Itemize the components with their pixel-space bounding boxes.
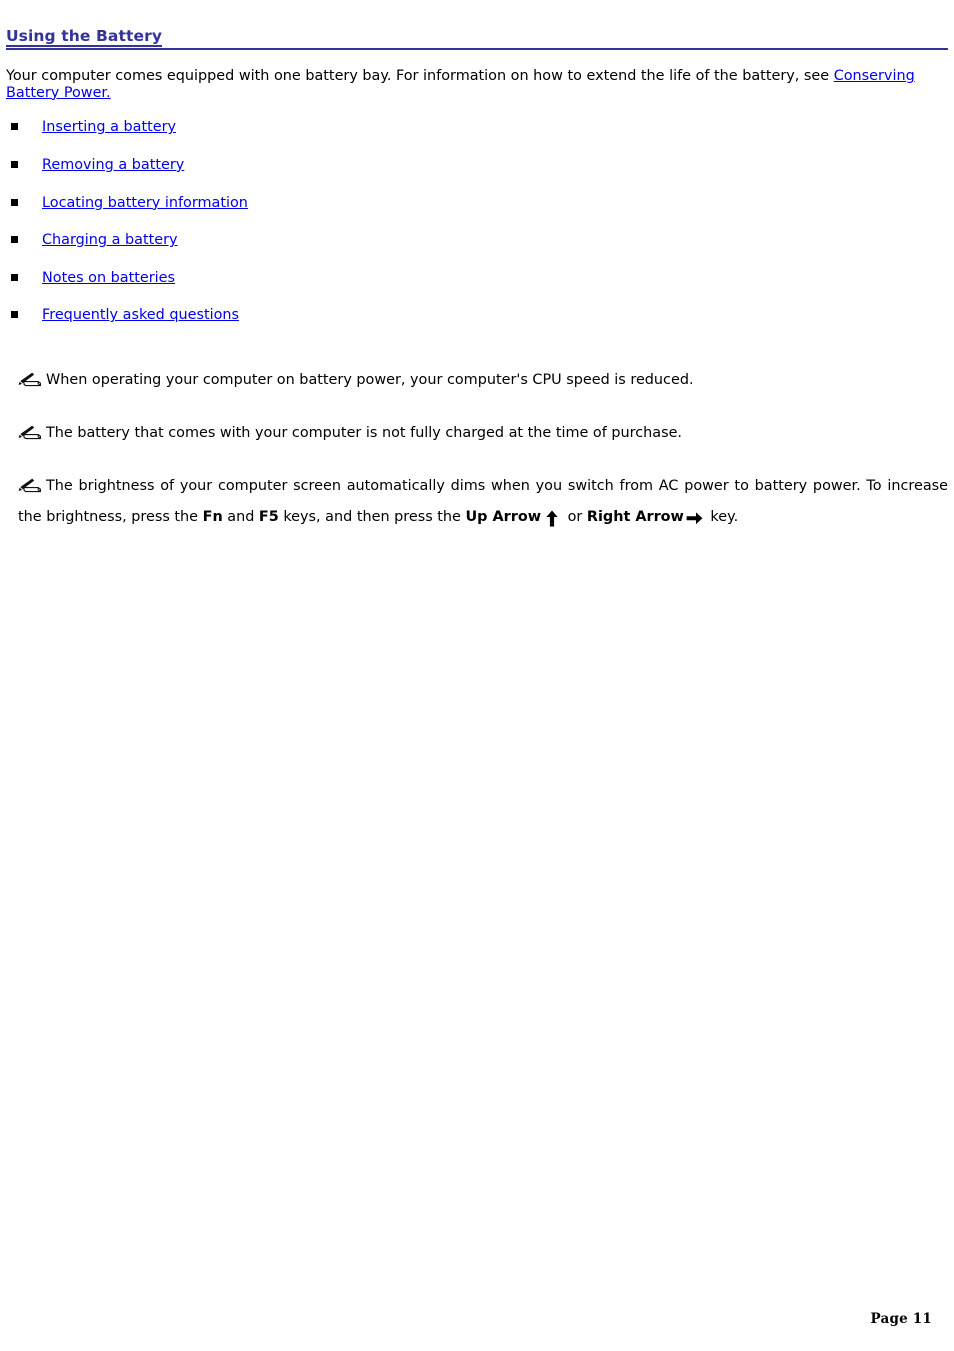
note3-segment-4: or — [563, 508, 587, 525]
title-horizontal-rule — [6, 48, 948, 50]
page-title-row: Using the Battery — [6, 0, 948, 50]
link-locating-battery-information[interactable]: Locating battery information — [42, 195, 248, 211]
up-arrow-icon — [541, 504, 563, 535]
document-page: Using the Battery Your computer comes eq… — [0, 0, 954, 1351]
note-cpu-speed: When operating your computer on battery … — [6, 343, 948, 396]
square-bullet-icon — [11, 123, 18, 131]
square-bullet-icon — [11, 160, 18, 168]
link-notes-on-batteries[interactable]: Notes on batteries — [42, 270, 175, 286]
link-frequently-asked-questions[interactable]: Frequently asked questions — [42, 307, 239, 323]
square-bullet-icon — [11, 236, 18, 244]
list-item: Removing a battery — [6, 155, 948, 193]
square-bullet-icon — [11, 311, 18, 319]
page-content: Using the Battery Your computer comes eq… — [6, 0, 948, 535]
link-charging-a-battery[interactable]: Charging a battery — [42, 232, 178, 248]
right-arrow-icon — [684, 504, 706, 535]
key-up-arrow-label: Up Arrow — [465, 508, 542, 525]
note-text: The battery that comes with your compute… — [46, 424, 682, 441]
note-screen-brightness: The brightness of your computer screen a… — [6, 449, 948, 535]
square-bullet-icon — [11, 273, 18, 281]
link-inserting-a-battery[interactable]: Inserting a battery — [42, 119, 176, 135]
key-right-arrow-label: Right Arrow — [586, 508, 684, 525]
note-not-fully-charged: The battery that comes with your compute… — [6, 396, 948, 449]
intro-paragraph: Your computer comes equipped with one ba… — [6, 47, 948, 101]
note3-segment-2: and — [222, 508, 259, 525]
list-item: Charging a battery — [6, 230, 948, 268]
list-item: Locating battery information — [6, 193, 948, 231]
writing-hand-note-icon — [18, 425, 44, 440]
writing-hand-note-icon — [18, 478, 44, 493]
writing-hand-note-icon — [18, 372, 44, 387]
link-removing-a-battery[interactable]: Removing a battery — [42, 157, 184, 173]
page-number-footer: Page 11 — [870, 1311, 932, 1327]
intro-text: Your computer comes equipped with one ba… — [6, 68, 834, 85]
page-title: Using the Battery — [6, 0, 163, 48]
list-item: Notes on batteries — [6, 268, 948, 306]
square-bullet-icon — [11, 198, 18, 206]
key-fn-label: Fn — [202, 508, 223, 525]
note3-segment-5: key. — [705, 508, 739, 525]
topic-link-list: Inserting a battery Removing a battery L… — [6, 101, 948, 343]
list-item: Frequently asked questions — [6, 305, 948, 343]
key-f5-label: F5 — [258, 508, 279, 525]
note-text: When operating your computer on battery … — [46, 371, 694, 388]
list-item: Inserting a battery — [6, 117, 948, 155]
note3-segment-3: keys, and then press the — [278, 508, 466, 525]
